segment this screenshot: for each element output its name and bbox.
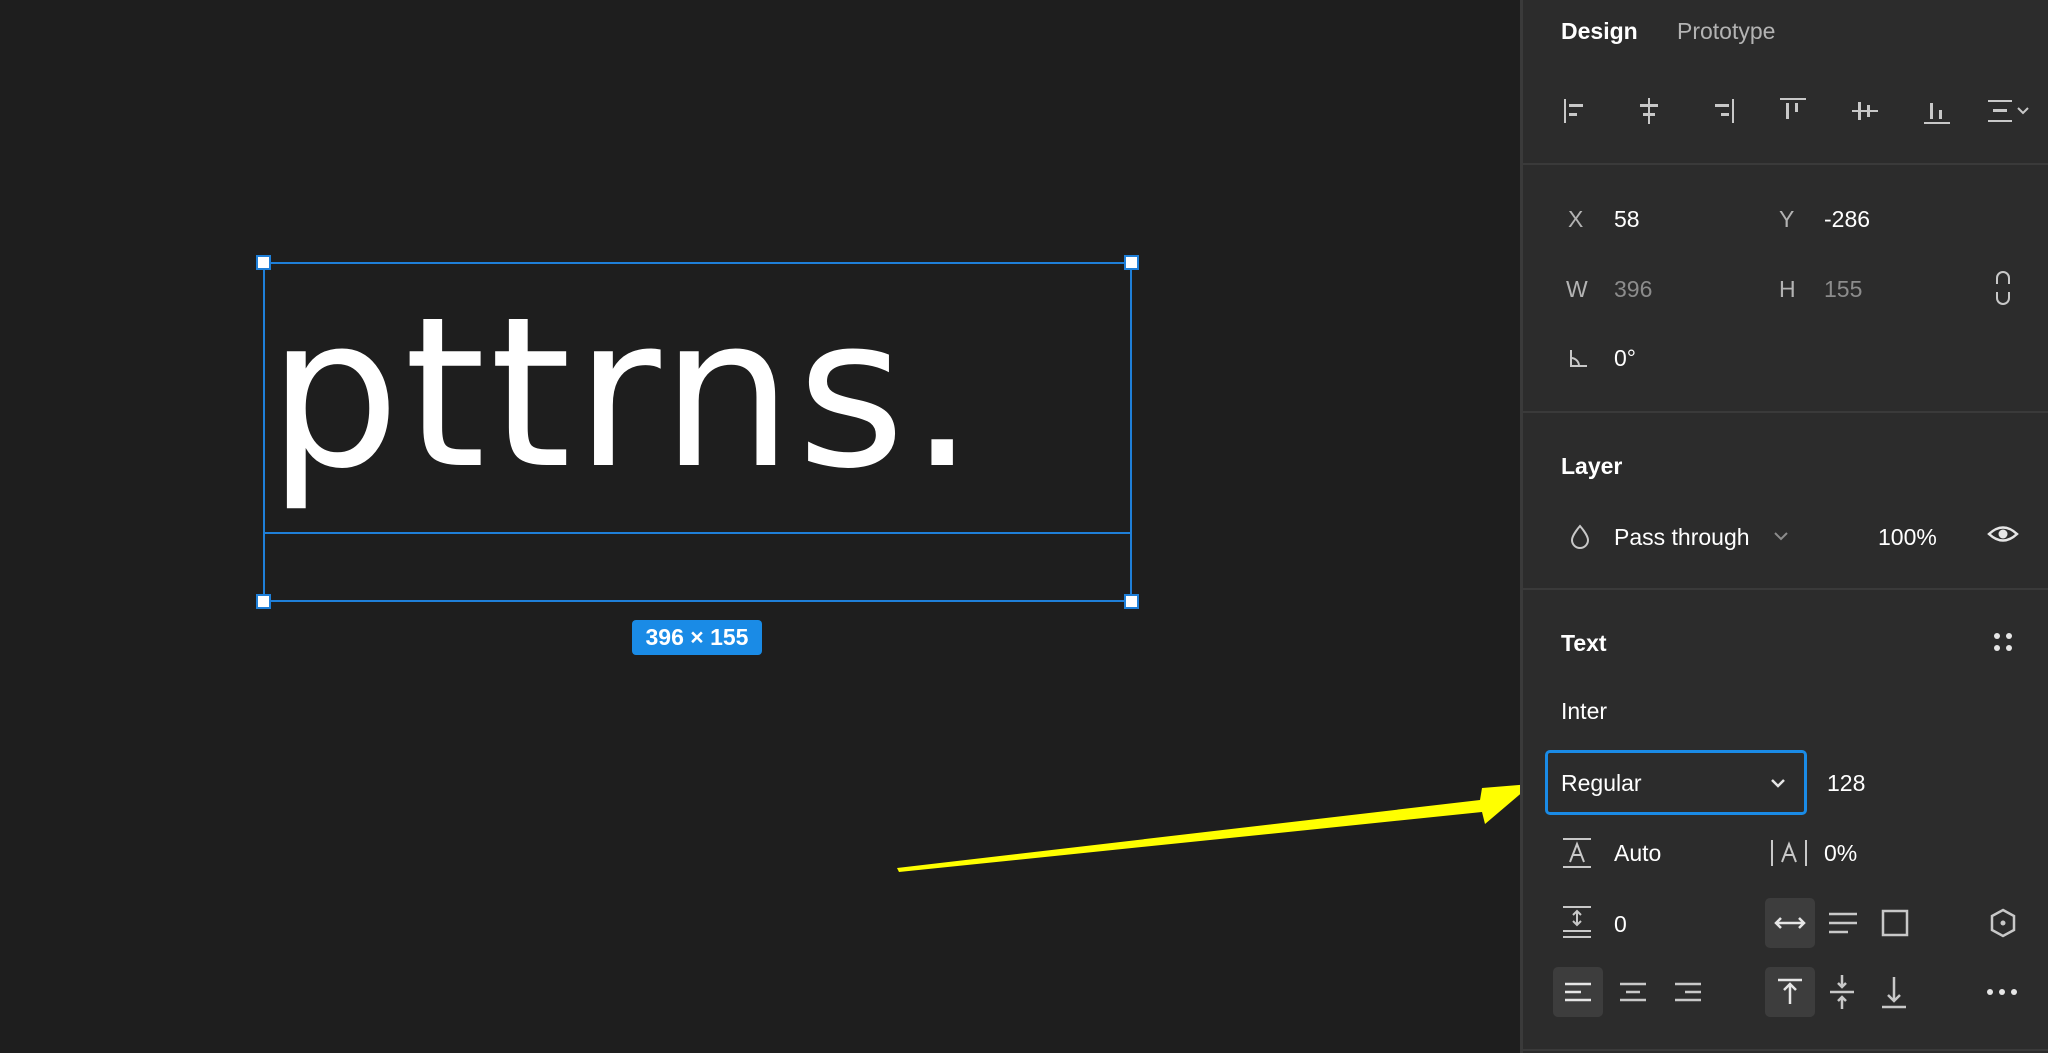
eye-icon[interactable] bbox=[1986, 519, 2020, 549]
line-height-input[interactable]: Auto bbox=[1614, 840, 1661, 867]
h-label: H bbox=[1779, 276, 1796, 302]
align-bottom-icon[interactable] bbox=[1921, 95, 1953, 127]
font-family-select[interactable]: Inter bbox=[1561, 698, 1607, 725]
align-left-icon[interactable] bbox=[1561, 95, 1593, 127]
properties-panel: Design Prototype X 58 Y -286 W 396 H 155… bbox=[1520, 0, 2048, 1053]
opacity-input[interactable]: 100% bbox=[1878, 524, 1937, 551]
text-section-title: Text bbox=[1561, 630, 1607, 656]
y-label: Y bbox=[1779, 206, 1795, 232]
constrain-proportions-icon[interactable] bbox=[1988, 270, 2018, 306]
align-right-icon[interactable] bbox=[1705, 95, 1737, 127]
align-horizontal-center-icon[interactable] bbox=[1633, 95, 1665, 127]
truncate-text-icon[interactable] bbox=[1988, 907, 2018, 939]
distribute-menu-icon[interactable] bbox=[1985, 95, 2035, 127]
rotation-icon bbox=[1567, 346, 1591, 370]
x-input[interactable]: 58 bbox=[1614, 206, 1640, 233]
x-label: X bbox=[1568, 206, 1584, 232]
text-align-left-button[interactable] bbox=[1553, 967, 1603, 1017]
font-style-select[interactable]: Regular bbox=[1545, 750, 1807, 815]
font-size-input[interactable]: 128 bbox=[1827, 770, 1865, 797]
w-input[interactable]: 396 bbox=[1614, 276, 1652, 303]
layer-section-title: Layer bbox=[1561, 453, 1623, 479]
fixed-size-icon[interactable] bbox=[1880, 908, 1910, 938]
text-align-right-icon[interactable] bbox=[1671, 977, 1705, 1007]
tab-prototype[interactable]: Prototype bbox=[1677, 18, 1775, 45]
vertical-align-top-button[interactable] bbox=[1765, 967, 1815, 1017]
letter-spacing-icon bbox=[1769, 836, 1809, 870]
paragraph-spacing-input[interactable]: 0 bbox=[1614, 911, 1627, 938]
type-settings-icon[interactable] bbox=[1988, 627, 2018, 657]
rotation-input[interactable]: 0° bbox=[1614, 345, 1636, 372]
blend-mode-drop-icon bbox=[1568, 522, 1592, 550]
text-align-center-icon[interactable] bbox=[1616, 977, 1650, 1007]
h-input[interactable]: 155 bbox=[1824, 276, 1862, 303]
vertical-align-middle-icon[interactable] bbox=[1825, 972, 1859, 1012]
letter-spacing-input[interactable]: 0% bbox=[1824, 840, 1857, 867]
align-vertical-center-icon[interactable] bbox=[1849, 95, 1881, 127]
chevron-down-icon[interactable] bbox=[1771, 526, 1791, 546]
blend-mode-select[interactable]: Pass through bbox=[1614, 524, 1750, 551]
chevron-down-icon bbox=[1768, 773, 1788, 793]
more-options-icon[interactable] bbox=[1982, 977, 2022, 1007]
auto-width-button[interactable] bbox=[1765, 898, 1815, 948]
vertical-align-bottom-icon[interactable] bbox=[1877, 972, 1911, 1012]
paragraph-spacing-icon bbox=[1561, 904, 1593, 940]
w-label: W bbox=[1566, 276, 1588, 302]
line-height-icon bbox=[1561, 836, 1593, 870]
y-input[interactable]: -286 bbox=[1824, 206, 1870, 233]
tab-design[interactable]: Design bbox=[1561, 18, 1638, 45]
align-top-icon[interactable] bbox=[1777, 95, 1809, 127]
font-style-value: Regular bbox=[1561, 770, 1642, 796]
auto-height-icon[interactable] bbox=[1826, 908, 1860, 938]
